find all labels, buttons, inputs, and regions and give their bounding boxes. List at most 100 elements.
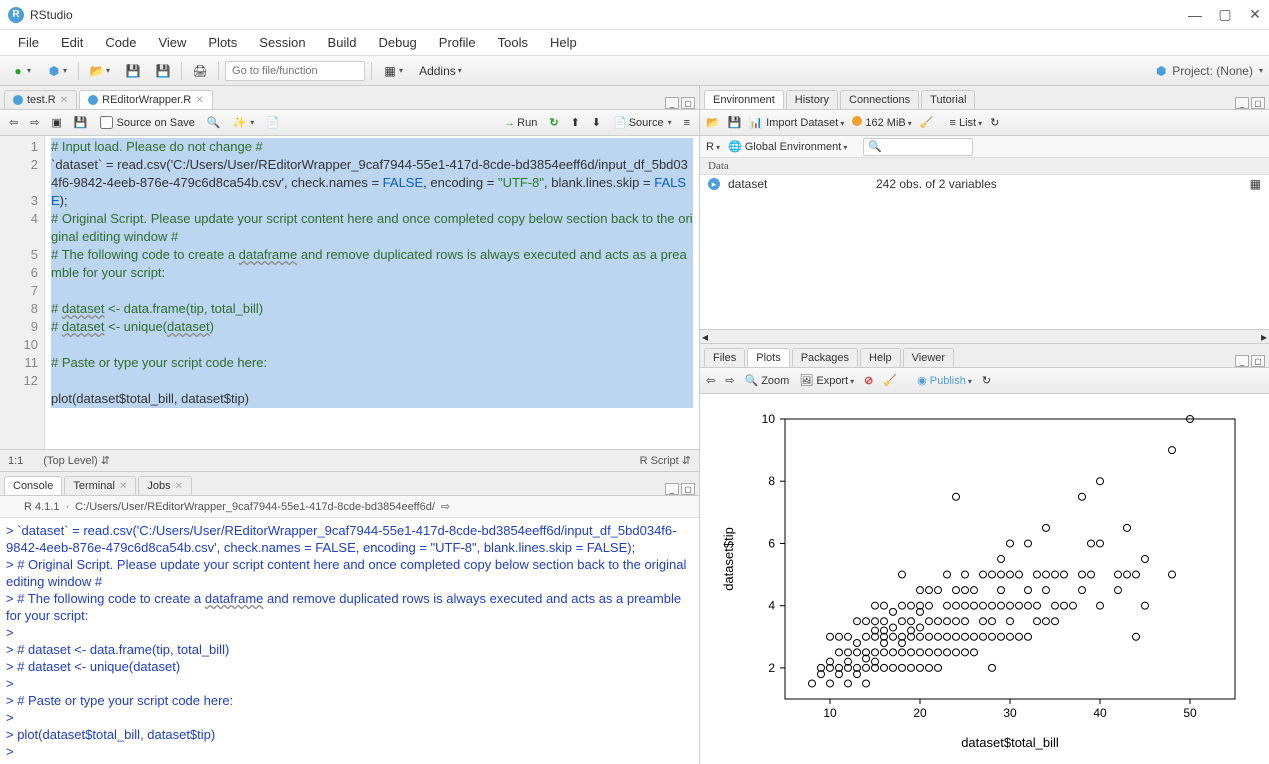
source-on-save-checkbox[interactable]: Source on Save — [97, 115, 198, 130]
menu-file[interactable]: File — [8, 31, 49, 54]
find-button[interactable]: 🔍 — [204, 115, 224, 130]
rerun-button[interactable]: ↻ — [546, 115, 561, 130]
pane-minimize-button[interactable]: _ — [665, 483, 679, 495]
close-icon[interactable]: ✕ — [195, 95, 203, 106]
publish-button[interactable]: ◉ Publish▾ — [917, 374, 972, 387]
menu-edit[interactable]: Edit — [51, 31, 93, 54]
tab-files[interactable]: Files — [704, 348, 745, 367]
menu-code[interactable]: Code — [95, 31, 146, 54]
wand-button[interactable]: ✨▾ — [230, 115, 258, 130]
environment-scope-bar: R▾ 🌐 Global Environment▾ — [700, 136, 1269, 158]
clear-plots-button[interactable]: 🧹 — [883, 374, 897, 387]
pane-minimize-button[interactable]: _ — [1235, 97, 1249, 109]
path-arrow-icon[interactable]: ⇨ — [441, 500, 450, 513]
go-down-button[interactable]: ⬇ — [589, 115, 604, 130]
source-tab-reditor[interactable]: REditorWrapper.R✕ — [79, 90, 212, 109]
menu-tools[interactable]: Tools — [488, 31, 538, 54]
print-button[interactable]: 🖨 — [188, 61, 212, 81]
source-button[interactable]: 📄Source▾ — [610, 115, 675, 130]
save-button[interactable]: 💾 — [121, 61, 145, 81]
load-workspace-button[interactable]: 📂 — [706, 116, 720, 129]
close-icon[interactable]: ✕ — [60, 95, 68, 106]
menu-session[interactable]: Session — [249, 31, 315, 54]
file-type-selector[interactable]: R Script ⇵ — [640, 454, 691, 467]
forward-button[interactable]: ⇨ — [27, 115, 42, 130]
r-scope-button[interactable]: R▾ — [706, 141, 720, 153]
refresh-plot-button[interactable]: ↻ — [982, 374, 991, 387]
svg-text:4: 4 — [768, 599, 775, 613]
pane-maximize-button[interactable]: ▢ — [1251, 355, 1265, 367]
close-button[interactable]: ✕ — [1249, 9, 1261, 21]
compile-report-button[interactable]: 📄 — [263, 115, 283, 130]
source-tab-test[interactable]: test.R✕ — [4, 90, 77, 109]
open-file-button[interactable]: 📂▾ — [85, 61, 115, 81]
go-up-button[interactable]: ⬆ — [568, 115, 583, 130]
close-icon[interactable]: ✕ — [175, 481, 183, 492]
tab-help[interactable]: Help — [860, 348, 901, 367]
tab-viewer[interactable]: Viewer — [903, 348, 954, 367]
tab-console[interactable]: Console — [4, 476, 62, 495]
menu-help[interactable]: Help — [540, 31, 587, 54]
show-in-new-window-button[interactable]: ▣ — [48, 115, 64, 130]
run-button[interactable]: →Run — [501, 116, 540, 130]
close-icon[interactable]: ✕ — [119, 481, 127, 492]
pane-minimize-button[interactable]: _ — [1235, 355, 1249, 367]
new-file-button[interactable]: ●▾ — [6, 61, 36, 81]
svg-text:dataset$tip: dataset$tip — [721, 527, 736, 591]
code-content[interactable]: # Input load. Please do not change #`dat… — [45, 136, 699, 449]
zoom-button[interactable]: 🔍 Zoom — [744, 374, 789, 387]
pane-maximize-button[interactable]: ▢ — [681, 483, 695, 495]
console-output[interactable]: > `dataset` = read.csv('C:/Users/User/RE… — [0, 518, 699, 764]
tab-plots[interactable]: Plots — [747, 348, 789, 367]
save-button[interactable]: 💾 — [71, 115, 91, 130]
tab-terminal[interactable]: Terminal✕ — [64, 476, 136, 495]
tab-connections[interactable]: Connections — [840, 90, 919, 109]
outline-button[interactable]: ≡ — [681, 116, 693, 130]
import-dataset-button[interactable]: 📊 Import Dataset▾ — [749, 116, 844, 129]
maximize-button[interactable]: ▢ — [1219, 9, 1231, 21]
toolbar-divider — [78, 62, 79, 80]
pane-maximize-button[interactable]: ▢ — [1251, 97, 1265, 109]
expand-icon[interactable]: ▸ — [708, 178, 720, 190]
table-icon[interactable]: ▦ — [1250, 177, 1261, 191]
env-scrollbar[interactable]: ◂▸ — [700, 329, 1269, 343]
clear-workspace-button[interactable]: 🧹 — [920, 116, 934, 129]
plots-toolbar: ⇦ ⇨ 🔍 Zoom 🖼 Export▾ ⊘ 🧹 ◉ Publish▾ ↻ — [700, 368, 1269, 394]
editor-area[interactable]: 12 34 56789101112 # Input load. Please d… — [0, 136, 699, 449]
goto-file-input[interactable] — [225, 61, 365, 81]
env-scope-button[interactable]: 🌐 Global Environment▾ — [728, 140, 847, 153]
pane-maximize-button[interactable]: ▢ — [681, 97, 695, 109]
plot-prev-button[interactable]: ⇦ — [706, 374, 715, 387]
plot-next-button[interactable]: ⇨ — [725, 374, 734, 387]
scope-selector[interactable]: (Top Level) ⇵ — [43, 454, 110, 467]
environment-pane: Environment History Connections Tutorial… — [700, 86, 1269, 344]
menu-profile[interactable]: Profile — [429, 31, 486, 54]
remove-plot-button[interactable]: ⊘ — [864, 374, 873, 387]
tab-jobs[interactable]: Jobs✕ — [138, 476, 192, 495]
tab-history[interactable]: History — [786, 90, 838, 109]
tab-environment[interactable]: Environment — [704, 90, 784, 109]
refresh-button[interactable]: ↻ — [990, 116, 999, 129]
menu-plots[interactable]: Plots — [198, 31, 247, 54]
tab-packages[interactable]: Packages — [792, 348, 858, 367]
new-project-button[interactable]: ⬢▾ — [42, 61, 72, 81]
list-view-button[interactable]: ≡ List▾ — [949, 117, 982, 129]
cursor-position: 1:1 — [8, 455, 23, 467]
addins-button[interactable]: Addins▾ — [414, 61, 467, 81]
export-button[interactable]: 🖼 Export▾ — [799, 374, 854, 387]
tab-tutorial[interactable]: Tutorial — [921, 90, 975, 109]
save-workspace-button[interactable]: 💾 — [728, 116, 742, 129]
back-button[interactable]: ⇦ — [6, 115, 21, 130]
source-toolbar: ⇦ ⇨ ▣ 💾 Source on Save 🔍 ✨▾ 📄 →Run ↻ ⬆ ⬇… — [0, 110, 699, 136]
menu-view[interactable]: View — [148, 31, 196, 54]
memory-usage[interactable]: 162 MiB▾ — [852, 116, 911, 129]
menu-debug[interactable]: Debug — [368, 31, 426, 54]
minimize-button[interactable]: — — [1189, 9, 1201, 21]
menu-build[interactable]: Build — [318, 31, 367, 54]
grid-view-button[interactable]: ▦▾ — [378, 61, 408, 81]
save-all-button[interactable]: 💾 — [151, 61, 175, 81]
env-var-row[interactable]: ▸ dataset 242 obs. of 2 variables ▦ — [700, 175, 1269, 193]
pane-minimize-button[interactable]: _ — [665, 97, 679, 109]
project-menu[interactable]: ⬢Project: (None)▾ — [1154, 64, 1263, 78]
environment-search-input[interactable] — [863, 138, 973, 156]
